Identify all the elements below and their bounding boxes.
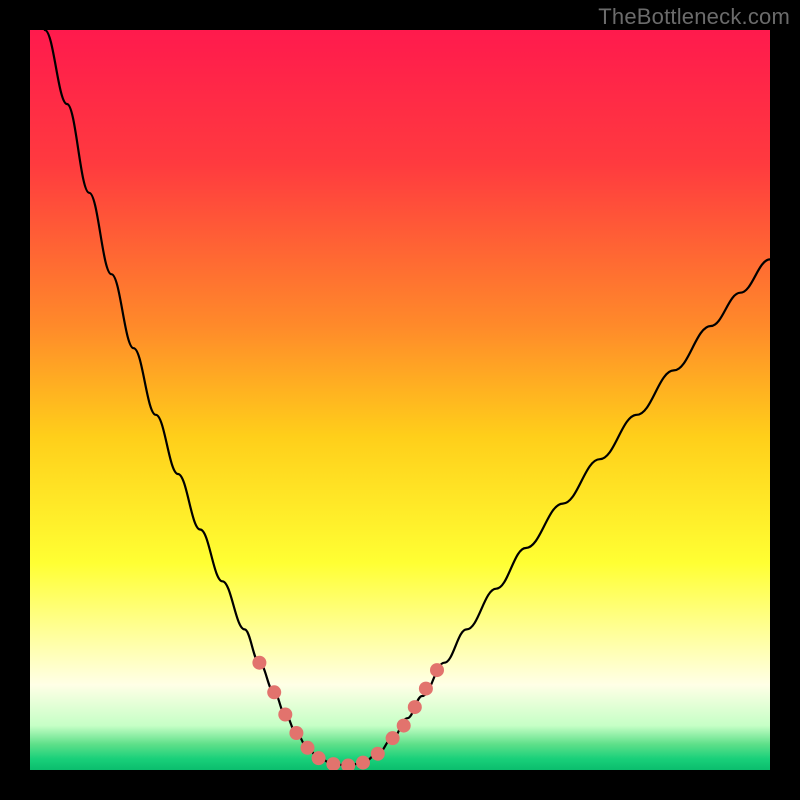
highlight-dot — [419, 682, 433, 696]
highlight-dot — [356, 756, 370, 770]
chart-svg — [30, 30, 770, 770]
chart-plot-area — [30, 30, 770, 770]
highlight-dot — [312, 751, 326, 765]
highlight-dot — [278, 708, 292, 722]
highlight-dot — [267, 685, 281, 699]
highlight-dot — [301, 741, 315, 755]
highlight-dot — [408, 700, 422, 714]
watermark-text: TheBottleneck.com — [598, 4, 790, 30]
chart-stage: TheBottleneck.com — [0, 0, 800, 800]
highlight-dot — [252, 656, 266, 670]
highlight-dot — [397, 719, 411, 733]
highlight-dot — [371, 747, 385, 761]
highlight-dot — [386, 731, 400, 745]
highlight-dot — [430, 663, 444, 677]
highlight-dot — [289, 726, 303, 740]
chart-background — [30, 30, 770, 770]
